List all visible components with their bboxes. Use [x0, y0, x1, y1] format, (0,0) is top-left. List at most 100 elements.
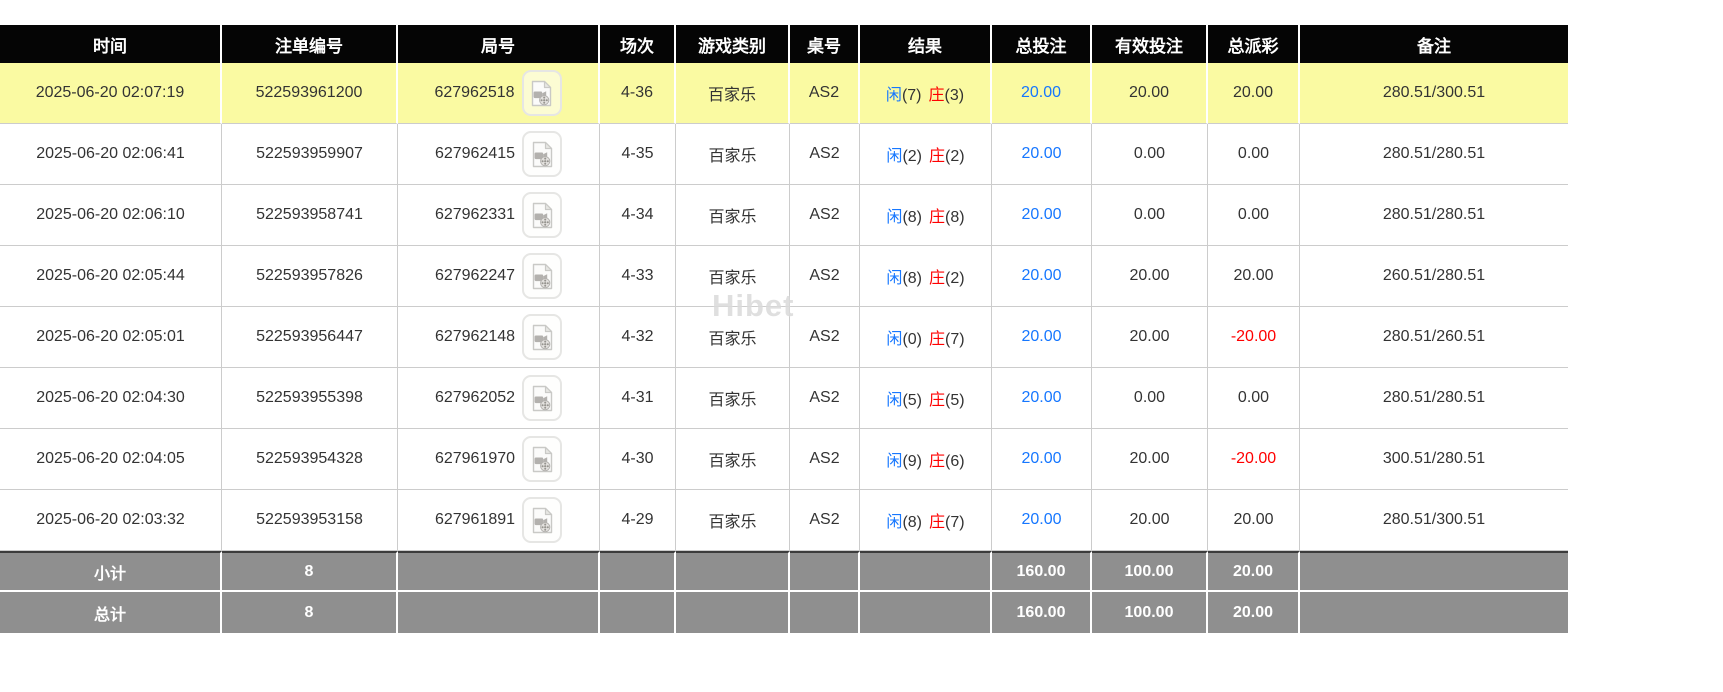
cell-empty: [790, 592, 860, 633]
banker-result-score: (8): [945, 209, 965, 226]
cell-valid-bet: 20.00: [1092, 63, 1208, 124]
banker-result-label: 庄: [929, 209, 945, 226]
cell-bet-id: 522593955398: [222, 368, 398, 429]
banker-result-label: 庄: [929, 148, 945, 165]
cell-game-type: 百家乐: [676, 307, 790, 368]
banker-result-score: (7): [945, 331, 965, 348]
cell-game-type: 百家乐: [676, 63, 790, 124]
cell-table-no: AS2: [790, 429, 860, 490]
cell-remark: 280.51/300.51: [1300, 63, 1568, 124]
cell-game-type: 百家乐: [676, 124, 790, 185]
player-result-label: 闲: [886, 331, 902, 348]
cell-total-payout: 0.00: [1208, 368, 1300, 429]
cell-total-payout: -20.00: [1208, 307, 1300, 368]
banker-result-score: (2): [945, 148, 965, 165]
cell-remark: 300.51/280.51: [1300, 429, 1568, 490]
cell-empty: [676, 592, 790, 633]
cell-session: 4-30: [600, 429, 676, 490]
cell-empty: [398, 592, 600, 633]
cell-empty: [600, 592, 676, 633]
col-valid-bet: 有效投注: [1092, 25, 1208, 63]
video-replay-button[interactable]: [522, 375, 562, 421]
cell-valid-bet: 0.00: [1092, 124, 1208, 185]
player-result-label: 闲: [886, 392, 902, 409]
cell-time: 2025-06-20 02:06:10: [0, 185, 222, 246]
player-result-label: 闲: [886, 514, 902, 531]
cell-total-bet: 20.00: [992, 368, 1092, 429]
cell-empty: [676, 551, 790, 592]
cell-empty: [398, 551, 600, 592]
subtotal-valid-bet: 100.00: [1092, 551, 1208, 592]
cell-session: 4-29: [600, 490, 676, 551]
col-game-type: 游戏类别: [676, 25, 790, 63]
player-result-score: (5): [902, 392, 922, 409]
table-row: 2025-06-20 02:07:19 522593961200 6279625…: [0, 63, 1568, 124]
cell-result: 闲(9)庄(6): [860, 429, 992, 490]
video-file-icon: [531, 385, 554, 412]
player-result-label: 闲: [886, 209, 902, 226]
total-total-bet: 160.00: [992, 592, 1092, 633]
col-bet-id: 注单编号: [222, 25, 398, 63]
cell-session: 4-35: [600, 124, 676, 185]
round-id-value: 627962052: [435, 389, 515, 407]
cell-remark: 280.51/260.51: [1300, 307, 1568, 368]
cell-session: 4-34: [600, 185, 676, 246]
cell-round-id: 627961970: [398, 429, 600, 490]
video-replay-button[interactable]: [522, 497, 562, 543]
cell-total-payout: 20.00: [1208, 63, 1300, 124]
round-id-value: 627962247: [435, 267, 515, 285]
col-total-bet: 总投注: [992, 25, 1092, 63]
cell-valid-bet: 20.00: [1092, 429, 1208, 490]
cell-bet-id: 522593957826: [222, 246, 398, 307]
video-file-icon: [530, 80, 553, 107]
table-row: 2025-06-20 02:04:05 522593954328 6279619…: [0, 429, 1568, 490]
video-replay-button[interactable]: [522, 253, 562, 299]
cell-empty: [860, 551, 992, 592]
cell-remark: 280.51/300.51: [1300, 490, 1568, 551]
cell-table-no: AS2: [790, 307, 860, 368]
cell-table-no: AS2: [790, 63, 860, 124]
col-remark: 备注: [1300, 25, 1568, 63]
cell-session: 4-31: [600, 368, 676, 429]
player-result-label: 闲: [886, 453, 902, 470]
total-count: 8: [222, 592, 398, 633]
table-summary: 小计 8 160.00 100.00 20.00 总计 8 160.00 100…: [0, 551, 1568, 633]
video-replay-button[interactable]: [522, 192, 562, 238]
cell-round-id: 627962518: [398, 63, 600, 124]
total-label: 总计: [0, 592, 222, 633]
video-replay-button[interactable]: [522, 436, 562, 482]
cell-remark: 280.51/280.51: [1300, 124, 1568, 185]
cell-remark: 260.51/280.51: [1300, 246, 1568, 307]
cell-total-bet: 20.00: [992, 124, 1092, 185]
player-result-score: (7): [902, 87, 922, 104]
player-result-score: (8): [902, 209, 922, 226]
cell-result: 闲(0)庄(7): [860, 307, 992, 368]
banker-result-score: (7): [945, 514, 965, 531]
video-replay-button[interactable]: [522, 70, 562, 116]
col-total-payout: 总派彩: [1208, 25, 1300, 63]
cell-total-bet: 20.00: [992, 185, 1092, 246]
cell-game-type: 百家乐: [676, 246, 790, 307]
player-result-label: 闲: [886, 270, 902, 287]
cell-total-payout: 0.00: [1208, 124, 1300, 185]
table-row: 2025-06-20 02:03:32 522593953158 6279618…: [0, 490, 1568, 551]
cell-total-payout: 20.00: [1208, 246, 1300, 307]
cell-time: 2025-06-20 02:06:41: [0, 124, 222, 185]
cell-bet-id: 522593956447: [222, 307, 398, 368]
cell-game-type: 百家乐: [676, 429, 790, 490]
cell-game-type: 百家乐: [676, 185, 790, 246]
col-time: 时间: [0, 25, 222, 63]
cell-table-no: AS2: [790, 124, 860, 185]
video-replay-button[interactable]: [522, 314, 562, 360]
total-row: 总计 8 160.00 100.00 20.00: [0, 592, 1568, 633]
banker-result-label: 庄: [929, 514, 945, 531]
video-replay-button[interactable]: [522, 131, 562, 177]
cell-table-no: AS2: [790, 368, 860, 429]
cell-table-no: AS2: [790, 246, 860, 307]
subtotal-row: 小计 8 160.00 100.00 20.00: [0, 551, 1568, 592]
cell-empty: [600, 551, 676, 592]
col-session: 场次: [600, 25, 676, 63]
player-result-score: (0): [902, 331, 922, 348]
cell-time: 2025-06-20 02:05:01: [0, 307, 222, 368]
round-id-value: 627961970: [435, 450, 515, 468]
